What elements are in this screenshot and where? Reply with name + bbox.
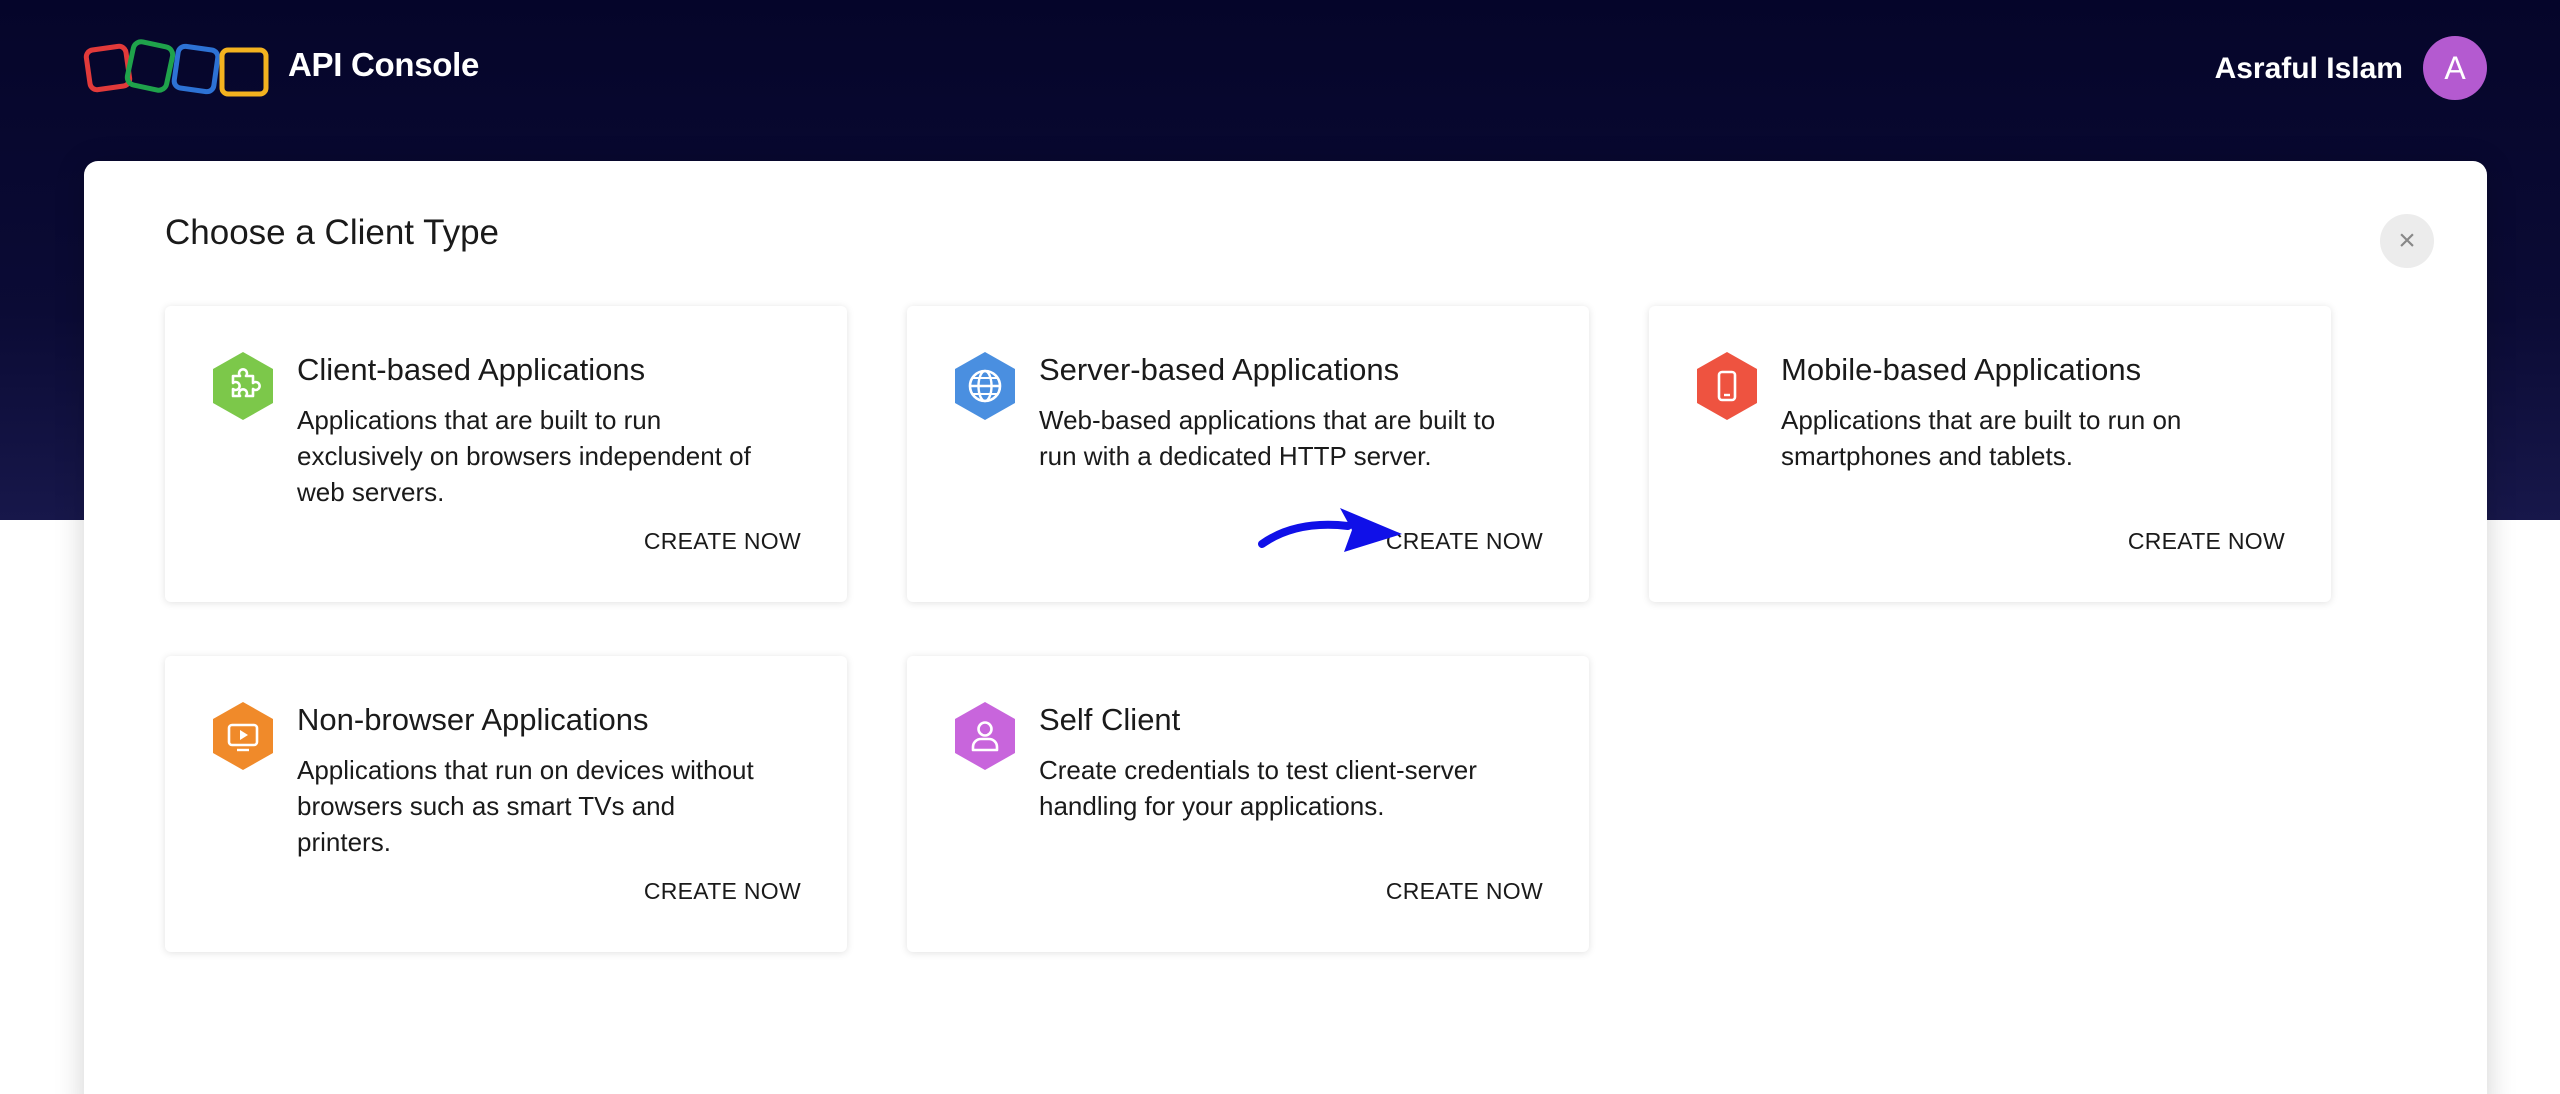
app-title: API Console [288, 46, 480, 83]
card-mobile-based[interactable]: Mobile-based Applications Applications t… [1649, 306, 2331, 602]
globe-icon [955, 352, 1015, 420]
card-title: Client-based Applications [297, 352, 646, 387]
app-header: API Console Asraful Islam A [0, 0, 2560, 140]
user-name[interactable]: Asraful Islam [2215, 52, 2403, 86]
card-description: Applications that are built to run exclu… [297, 405, 751, 507]
close-icon: × [2398, 224, 2416, 257]
client-type-dialog: Choose a Client Type × Client-based Appl… [84, 161, 2487, 1094]
create-now-button[interactable]: CREATE NOW [1386, 528, 1543, 555]
phone-icon [1697, 352, 1757, 420]
card-non-browser[interactable]: Non-browser Applications Applications th… [165, 656, 847, 952]
card-description: Create credentials to test client-server… [1039, 755, 1477, 821]
card-description: Applications that are built to run on sm… [1781, 405, 2182, 471]
close-button[interactable]: × [2380, 214, 2434, 268]
card-title: Mobile-based Applications [1781, 352, 2142, 387]
dialog-title: Choose a Client Type [165, 213, 500, 252]
card-description: Applications that run on devices without… [297, 755, 754, 857]
create-now-button[interactable]: CREATE NOW [644, 878, 801, 905]
logo-icon[interactable] [82, 34, 276, 104]
puzzle-icon [213, 352, 273, 420]
user-icon [955, 702, 1015, 770]
create-now-button[interactable]: CREATE NOW [1386, 878, 1543, 905]
card-title: Server-based Applications [1039, 352, 1400, 387]
card-title: Self Client [1039, 702, 1181, 737]
create-now-button[interactable]: CREATE NOW [2128, 528, 2285, 555]
card-client-based[interactable]: Client-based Applications Applications t… [165, 306, 847, 602]
card-title: Non-browser Applications [297, 702, 649, 737]
tv-icon [213, 702, 273, 770]
card-server-based[interactable]: Server-based Applications Web-based appl… [907, 306, 1589, 602]
avatar[interactable]: A [2423, 36, 2487, 100]
annotation-arrow-icon [1258, 508, 1402, 552]
create-now-button[interactable]: CREATE NOW [644, 528, 801, 555]
card-self-client[interactable]: Self Client Create credentials to test c… [907, 656, 1589, 952]
card-description: Web-based applications that are built to… [1039, 405, 1496, 471]
